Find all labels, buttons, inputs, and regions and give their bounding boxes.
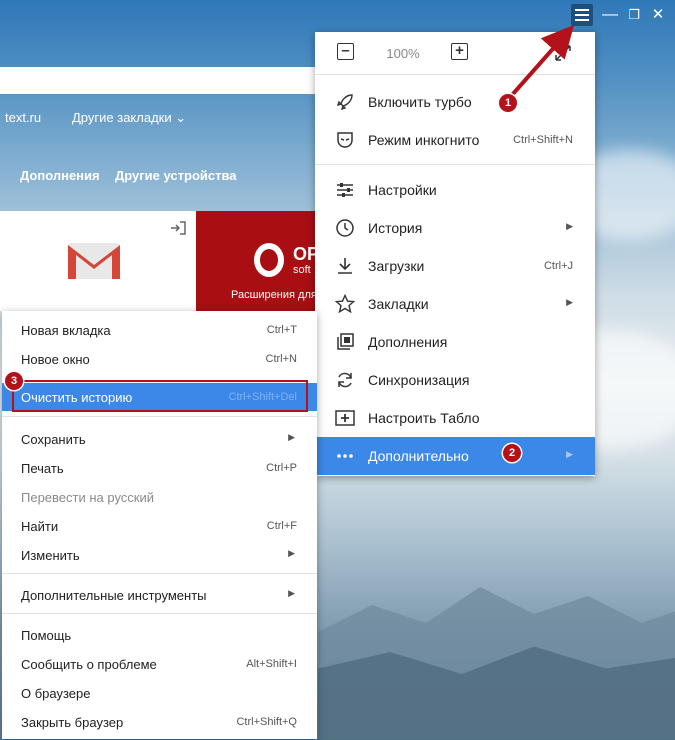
opera-sub-text: soft [293, 264, 311, 276]
bookmarks-bar: text.ru Другие закладки ⌄ [0, 98, 318, 138]
menu-item-advanced[interactable]: Дополнительно ▶ [315, 437, 595, 475]
incognito-mask-icon [337, 132, 353, 148]
gmail-logo-icon [68, 243, 120, 279]
menu-divider [2, 416, 317, 417]
menu-divider [2, 613, 317, 614]
menu-item-downloads[interactable]: Загрузки Ctrl+J [315, 247, 595, 285]
menu-item-sync[interactable]: Синхронизация [315, 361, 595, 399]
menu-item-find[interactable]: Найти Ctrl+F [2, 512, 317, 540]
submenu-arrow-icon: ▶ [288, 432, 295, 442]
submenu-arrow-icon: ▶ [288, 588, 295, 598]
close-icon[interactable]: ✕ [647, 4, 669, 26]
more-dots-icon [337, 454, 353, 458]
menu-item-edit[interactable]: Изменить ▶ [2, 541, 317, 569]
menu-item-customize-tableau[interactable]: Настроить Табло [315, 399, 595, 437]
window-controls: — ❐ ✕ [565, 0, 675, 32]
menu-item-addons[interactable]: Дополнения [315, 323, 595, 361]
zoom-out-button[interactable]: – [337, 43, 354, 60]
submenu-arrow-icon: ▶ [566, 297, 573, 307]
menu-item-report-problem[interactable]: Сообщить о проблеме Alt+Shift+I [2, 650, 317, 678]
annotation-badge-2: 2 [503, 444, 521, 462]
menu-item-incognito[interactable]: Режим инкогнито Ctrl+Shift+N [315, 121, 595, 159]
tab-other-devices[interactable]: Другие устройства [115, 168, 237, 183]
opera-caption: Расширения для [231, 289, 317, 301]
zoom-in-button[interactable]: + [451, 43, 468, 60]
tab-addons[interactable]: Дополнения [20, 168, 100, 183]
new-tab-links: Дополнения Другие устройства [0, 160, 318, 190]
bookmark-other[interactable]: Другие закладки ⌄ [72, 110, 186, 126]
menu-item-help[interactable]: Помощь [2, 621, 317, 649]
annotation-highlight-box [12, 380, 308, 412]
history-clock-icon [336, 219, 354, 237]
zoom-level: 100% [386, 46, 420, 61]
chevron-down-icon: ⌄ [175, 110, 187, 125]
sign-in-icon[interactable] [170, 221, 186, 235]
menu-item-about[interactable]: О браузере [2, 679, 317, 707]
address-bar[interactable] [0, 67, 318, 94]
menu-item-turbo[interactable]: Включить турбо [315, 83, 595, 121]
minimize-icon[interactable]: — [599, 4, 621, 26]
sync-icon [338, 372, 352, 388]
submenu-arrow-icon: ▶ [566, 449, 573, 459]
submenu-arrow-icon: ▶ [288, 548, 295, 558]
opera-logo-icon [254, 243, 284, 277]
addons-icon [337, 333, 354, 350]
menu-item-history[interactable]: История ▶ [315, 209, 595, 247]
add-tile-icon [335, 410, 355, 426]
menu-item-new-tab[interactable]: Новая вкладка Ctrl+T [2, 316, 317, 344]
zoom-row: – 100% + [315, 32, 595, 74]
tile-opera[interactable]: OPE soft Расширения для [196, 211, 318, 311]
menu-divider [315, 164, 595, 165]
star-icon [335, 294, 355, 314]
menu-item-new-window[interactable]: Новое окно Ctrl+N [2, 345, 317, 373]
bookmark-text-ru[interactable]: text.ru [5, 110, 41, 125]
menu-item-save[interactable]: Сохранить ▶ [2, 425, 317, 453]
menu-divider [315, 74, 595, 75]
annotation-badge-3: 3 [5, 372, 23, 390]
menu-item-more-tools[interactable]: Дополнительные инструменты ▶ [2, 581, 317, 609]
menu-item-close-browser[interactable]: Закрыть браузер Ctrl+Shift+Q [2, 708, 317, 736]
annotation-badge-1: 1 [499, 94, 517, 112]
menu-item-settings[interactable]: Настройки [315, 171, 595, 209]
main-menu-button[interactable] [571, 4, 593, 26]
main-menu: – 100% + Включить турбо Режим инкогнито … [315, 32, 595, 476]
tile-gmail[interactable] [0, 211, 196, 311]
advanced-submenu: Новая вкладка Ctrl+T Новое окно Ctrl+N О… [2, 311, 317, 739]
menu-item-translate: Перевести на русский [21, 490, 155, 505]
menu-item-print[interactable]: Печать Ctrl+P [2, 454, 317, 482]
rocket-icon [336, 94, 353, 111]
submenu-arrow-icon: ▶ [566, 221, 573, 231]
fullscreen-icon[interactable] [554, 44, 572, 62]
menu-divider [2, 573, 317, 574]
menu-item-bookmarks[interactable]: Закладки ▶ [315, 285, 595, 323]
settings-sliders-icon [337, 183, 353, 197]
restore-icon[interactable]: ❐ [623, 4, 645, 26]
download-icon [338, 258, 352, 274]
